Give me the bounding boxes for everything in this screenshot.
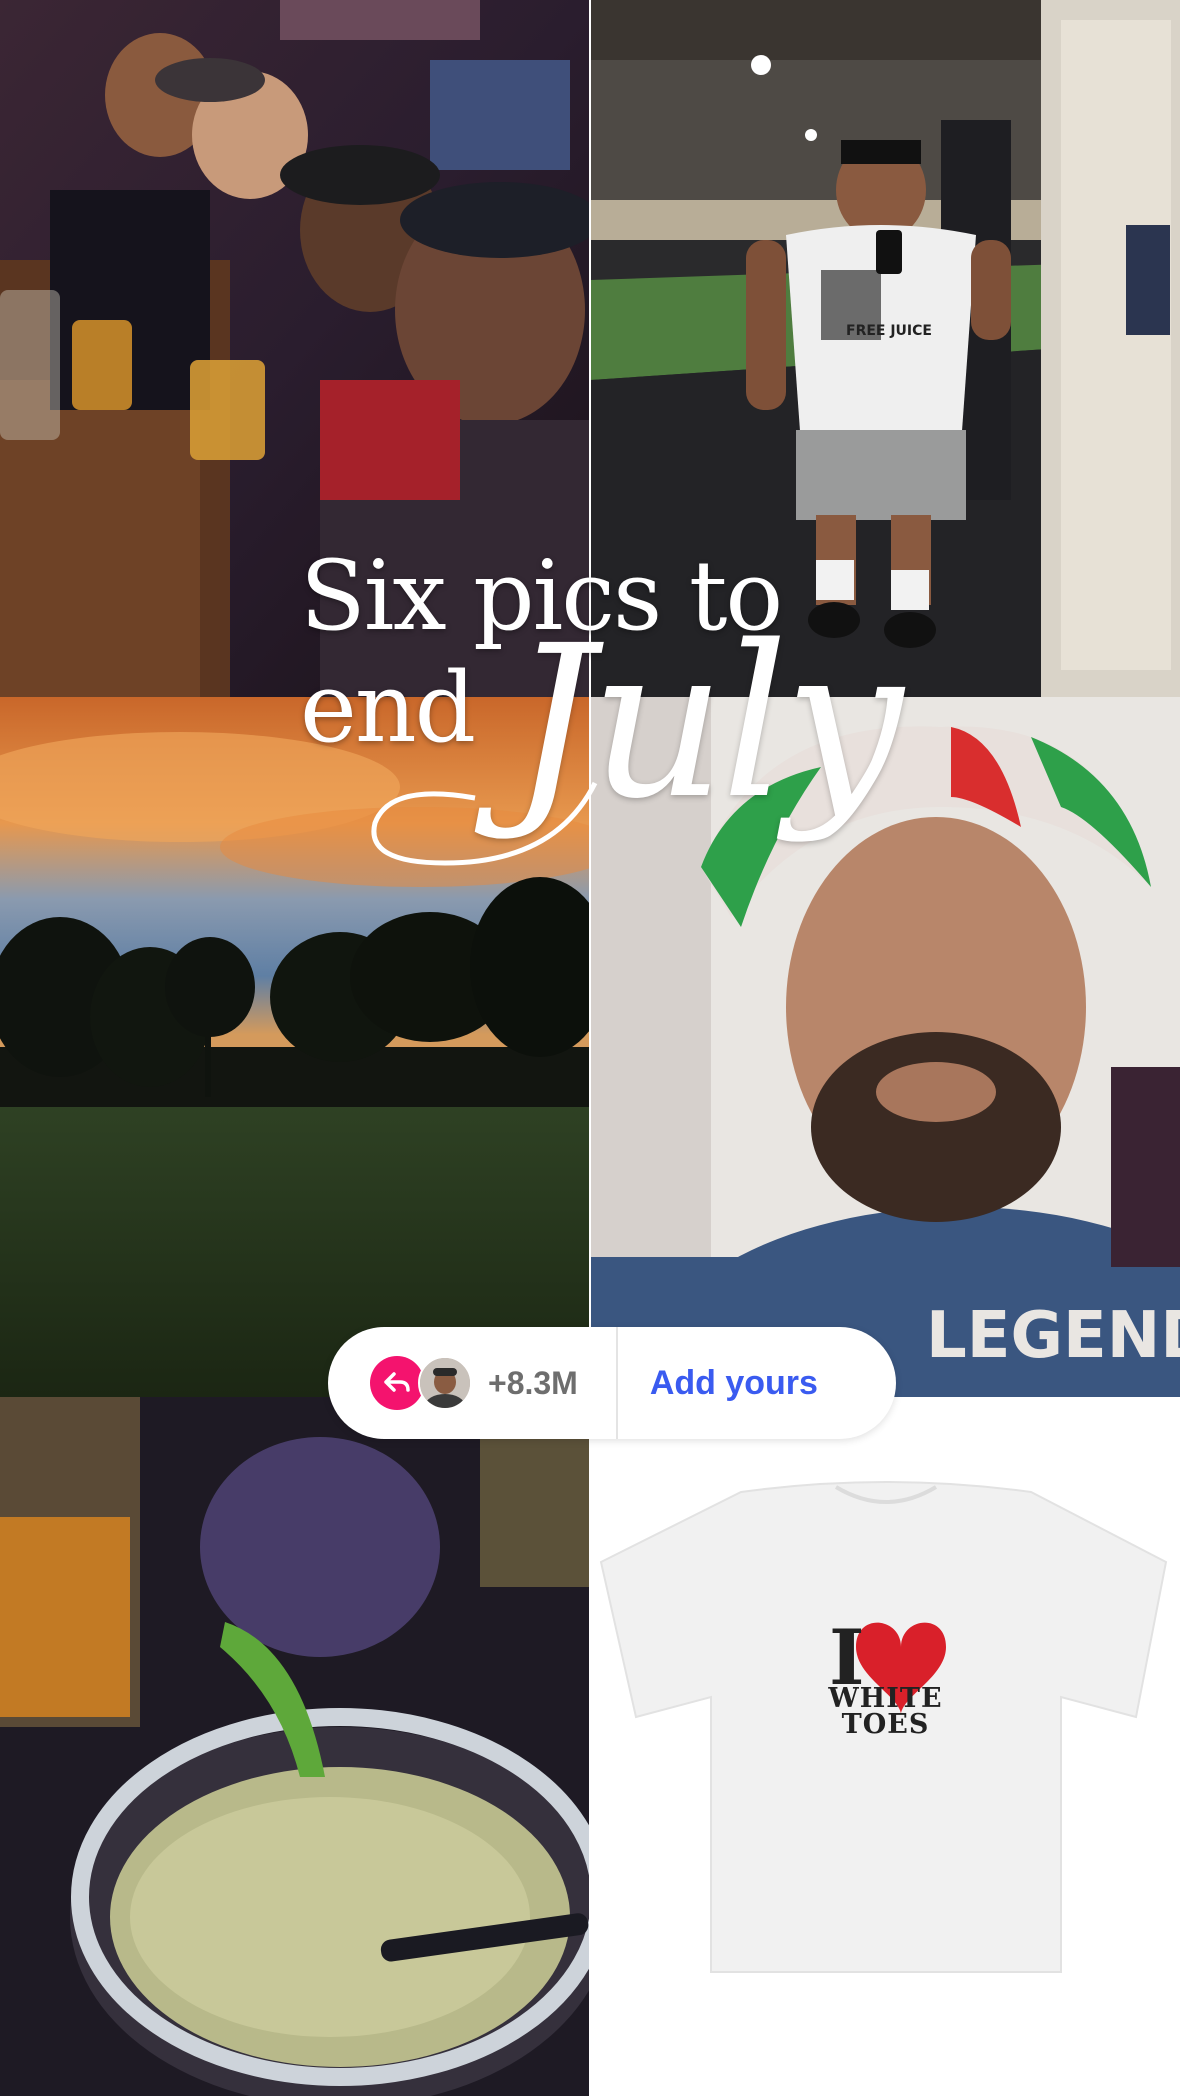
photo-gym-selfie: FREE JUICE bbox=[591, 0, 1180, 697]
photo-tshirt: I WHITE TOES bbox=[591, 1397, 1180, 2096]
bar-selfie-image bbox=[0, 0, 589, 697]
photo-sunset-field bbox=[0, 697, 589, 1397]
add-yours-button[interactable]: Add yours bbox=[650, 1364, 818, 1403]
add-yours-sticker[interactable]: +8.3M Add yours bbox=[328, 1327, 896, 1439]
tshirt-image bbox=[599, 1481, 1168, 1973]
wig-selfie-image: LEGEND bbox=[591, 697, 1180, 1397]
photo-bar-selfie bbox=[0, 0, 589, 697]
gym-shirt-text: FREE JUICE bbox=[846, 323, 932, 339]
gym-selfie-image: FREE JUICE bbox=[591, 0, 1180, 697]
sunset-image bbox=[0, 697, 589, 1397]
reply-arrow-icon bbox=[370, 1356, 424, 1410]
participant-count: +8.3M bbox=[488, 1364, 578, 1401]
user-avatar bbox=[418, 1356, 472, 1410]
tshirt-line-2: TOES bbox=[841, 1709, 930, 1740]
photo-wig-selfie: LEGEND bbox=[591, 697, 1180, 1397]
margarita-image bbox=[0, 1397, 589, 2096]
pill-divider bbox=[615, 1327, 618, 1439]
wig-shirt-text: LEGEND bbox=[926, 1299, 1180, 1373]
photo-margarita bbox=[0, 1397, 589, 2096]
